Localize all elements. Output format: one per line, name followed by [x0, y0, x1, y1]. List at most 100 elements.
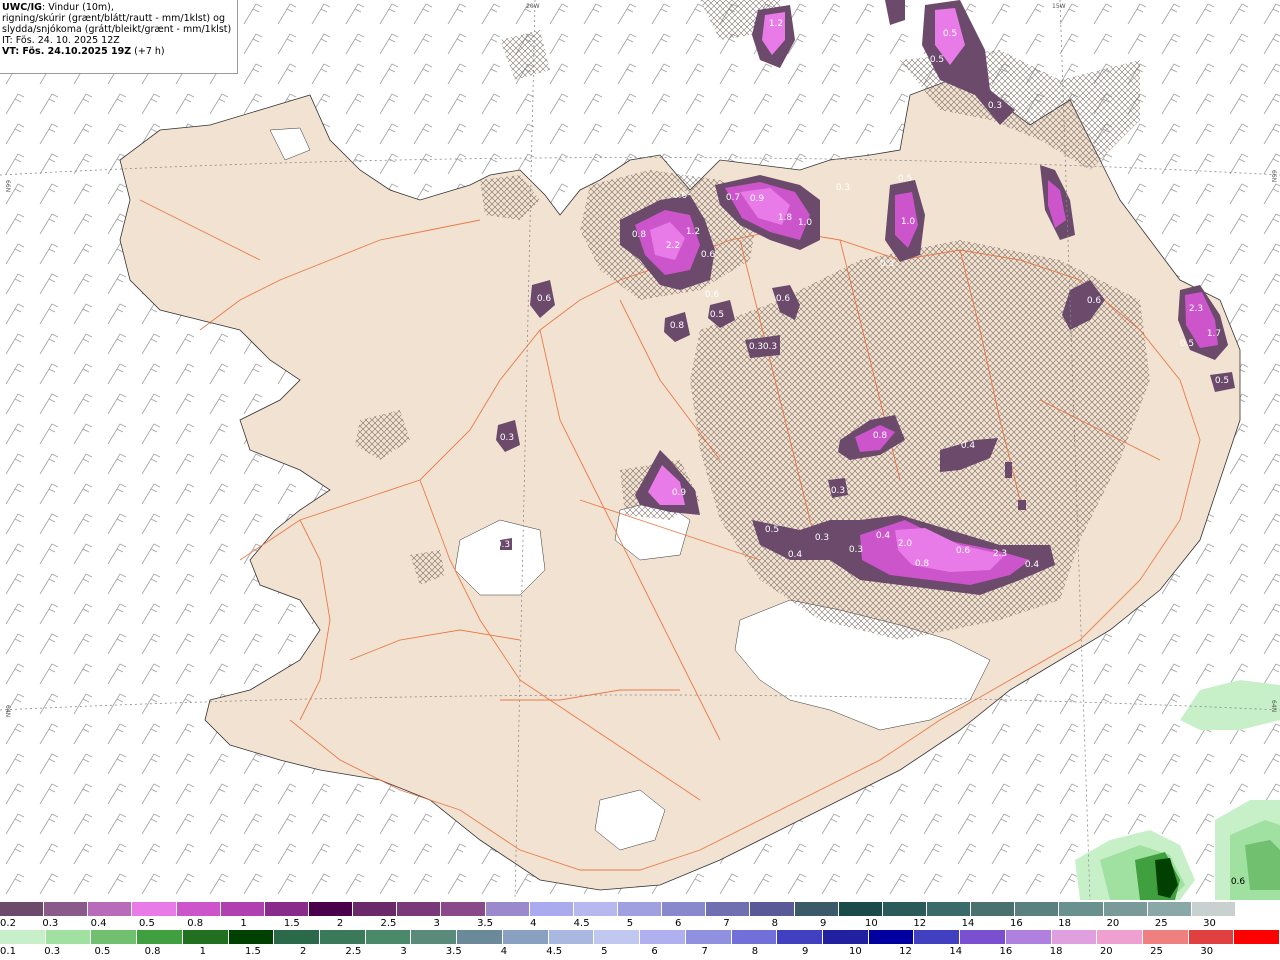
- legend-swatch: [1005, 930, 1052, 944]
- legend-tick-label: 3.5: [477, 918, 493, 929]
- legend-tick-label: 16: [1009, 918, 1023, 929]
- value-label: 0.5: [898, 174, 912, 184]
- value-label: 2.3: [993, 549, 1007, 559]
- init-time: IT: Fös. 24. 10. 2025 12Z: [2, 35, 120, 46]
- legend-snow-ticks: 0.2 0.3 0.4 0.5 0.8 1 1.5 2 2.5 3 3.5 4 4.5 5 6 7 8 9 10 12…: [0, 918, 1280, 930]
- legend-swatch: [45, 930, 92, 944]
- legend-tick-label: 0.8: [144, 946, 161, 957]
- legend-tick-label: 14: [961, 918, 975, 929]
- value-label: 0.3: [880, 259, 894, 269]
- legend-swatch: [264, 902, 309, 916]
- legend-swatch: [0, 930, 46, 944]
- legend-tick-label: 3.5: [445, 946, 462, 957]
- value-label: 0.6: [673, 191, 688, 201]
- legend-swatch: [640, 930, 686, 944]
- lat-label-64n-right: 64N: [1270, 700, 1277, 712]
- legend-swatch: [794, 902, 839, 916]
- legend-swatch: [822, 930, 869, 944]
- legend-tick-label: 2.5: [380, 918, 397, 929]
- value-label: 0.5: [765, 525, 779, 535]
- legend-swatch: [1103, 902, 1148, 916]
- value-label: 0.5: [710, 310, 724, 320]
- value-label: 1.2: [686, 227, 700, 237]
- legend-swatch: [397, 902, 442, 916]
- legend-swatch: [548, 930, 595, 944]
- legend-tick-label: 2: [336, 918, 344, 929]
- value-label: 2.3: [1189, 304, 1203, 314]
- legend-swatch: [1191, 902, 1236, 916]
- legend-swatch: [706, 902, 751, 916]
- value-label: 0.4: [961, 441, 976, 451]
- legend-swatch: [1235, 902, 1280, 916]
- value-label: 0.3: [988, 101, 1002, 111]
- legend-tick-label: 30: [1203, 918, 1216, 929]
- valid-offset: (+7 h): [131, 46, 165, 57]
- legend-tick-label: 25: [1154, 918, 1168, 929]
- legend-swatch: [365, 930, 412, 944]
- lat-label-64n-left: 64N: [4, 705, 11, 717]
- legend-swatch: [176, 902, 221, 916]
- legend-tick-label: 10: [848, 946, 862, 957]
- legend-swatch: [529, 902, 574, 916]
- legend-swatch: [882, 902, 927, 916]
- legend-swatch: [441, 902, 486, 916]
- legend-tick-label: 0.5: [138, 918, 155, 929]
- legend-tick-label: 4: [500, 946, 508, 957]
- value-label: 0.5: [943, 29, 957, 39]
- legend-tick-label: 4.5: [546, 946, 563, 957]
- value-label: 0.5: [930, 55, 944, 65]
- legend-tick-label: 0.1: [0, 946, 16, 957]
- value-label: 0.6: [537, 294, 552, 304]
- legend-tick-label: 3: [433, 918, 440, 929]
- legend-swatch: [274, 930, 321, 944]
- legend-tick-label: 14: [949, 946, 963, 957]
- legend-swatch: [971, 902, 1016, 916]
- value-label: 1.8: [778, 213, 793, 223]
- value-label: 0.8: [632, 230, 647, 240]
- legend-swatch: [685, 930, 732, 944]
- value-label: 1.2: [769, 19, 783, 29]
- title-line1: : Vindur (10m),: [41, 2, 114, 13]
- legend-swatch: [838, 902, 883, 916]
- legend-tick-label: 0.4: [90, 918, 107, 929]
- legend-rain-bar: [0, 930, 1280, 944]
- legend-tick-label: 30: [1200, 946, 1214, 957]
- legend-tick-label: 6: [675, 918, 682, 929]
- legend-swatch: [182, 930, 229, 944]
- legend-tick-label: 6: [651, 946, 658, 957]
- legend-tick-label: 4.5: [573, 918, 590, 929]
- legend-swatch: [1147, 902, 1192, 916]
- lat-label-66n-left: 66N: [4, 180, 11, 192]
- legend-tick-label: 10: [865, 918, 878, 929]
- value-label: 0.4: [876, 531, 891, 541]
- legend-tick-label: 2.5: [345, 946, 362, 957]
- legend-tick-label: 1.5: [245, 946, 261, 957]
- legend-swatch: [617, 902, 663, 916]
- map-info-box: UWC/IG: Vindur (10m), rigning/skúrir (gr…: [0, 0, 238, 74]
- legend-swatch: [353, 902, 398, 916]
- legend-tick-label: 5: [601, 946, 608, 957]
- legend-tick-label: 1.5: [283, 918, 300, 929]
- legend-tick-label: 12: [913, 918, 927, 929]
- title-line3: slydda/snjókoma (grátt/bleikt/grænt - mm…: [2, 24, 232, 35]
- value-label: 0.6: [776, 294, 791, 304]
- legend-swatch: [1142, 930, 1189, 944]
- legend-swatch: [750, 902, 795, 916]
- legend-tick-label: 8: [751, 946, 759, 957]
- legend-snow-bar: [0, 902, 1280, 916]
- legend-swatch: [1015, 902, 1060, 916]
- legend-swatch: [0, 902, 45, 916]
- legend-swatch: [457, 930, 503, 944]
- legend-swatch: [1059, 902, 1104, 916]
- legend-swatch: [502, 930, 549, 944]
- legend-tick-label: 18: [1058, 918, 1072, 929]
- rain-value-labels: 0.6: [1231, 877, 1246, 887]
- value-label: 2.2: [666, 241, 680, 251]
- value-label: 0.9: [672, 488, 687, 498]
- value-label: 0.6: [701, 250, 716, 260]
- lat-label-66n-right: 66N: [1270, 170, 1277, 182]
- legend-tick-label: 3: [400, 946, 407, 957]
- lon-label-15w: 15W: [1052, 3, 1066, 10]
- value-label: 0.5: [1180, 339, 1194, 349]
- legend-swatch: [731, 930, 778, 944]
